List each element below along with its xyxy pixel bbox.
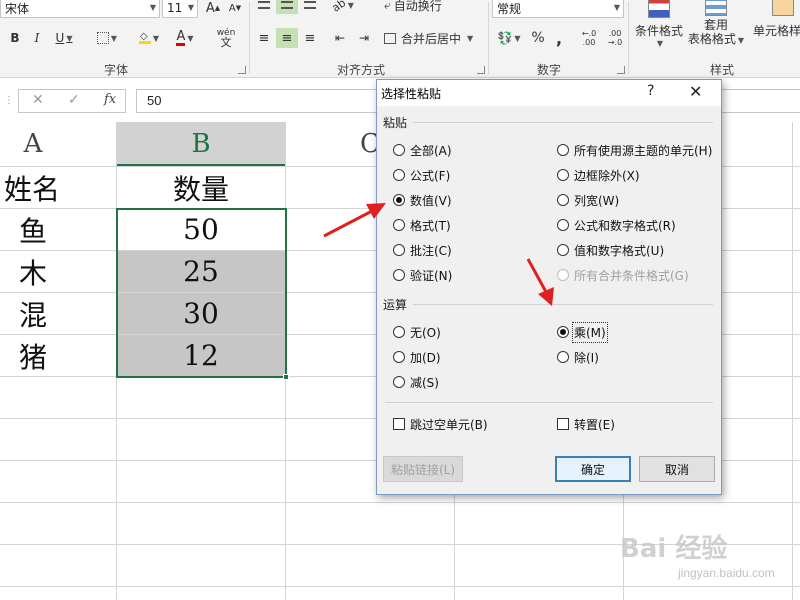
watermark-logo: Bai 经验 jingyan.baidu.com: [612, 520, 800, 600]
watermark-brand: Bai 经验: [620, 534, 728, 564]
red-arrow-to-values: [323, 203, 386, 238]
red-arrow-to-multiply: [526, 258, 554, 306]
annotation-arrows: [323, 203, 554, 306]
watermark-url: jingyan.baidu.com: [678, 566, 775, 580]
